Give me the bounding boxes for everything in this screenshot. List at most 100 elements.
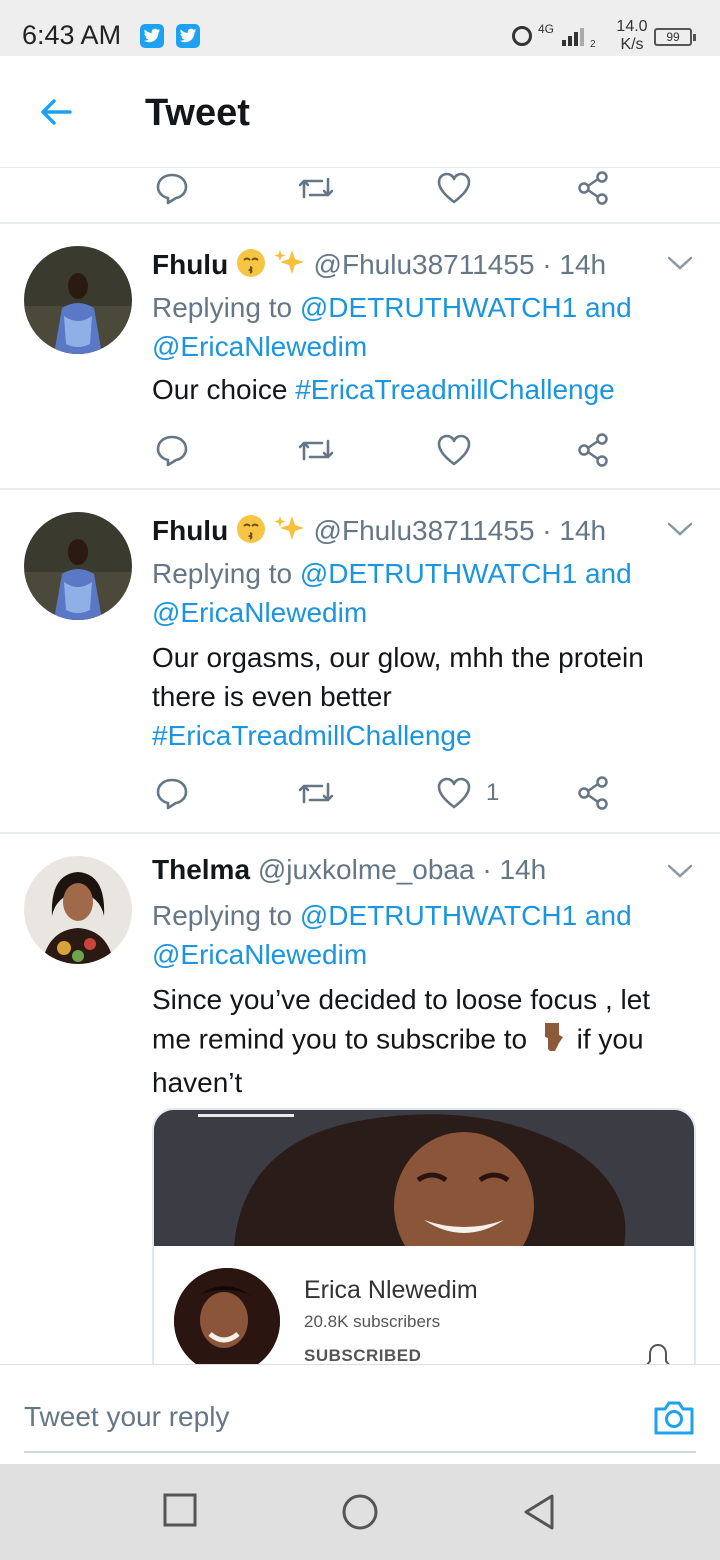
timestamp: · 14h xyxy=(482,854,547,885)
retweet-button[interactable] xyxy=(296,168,336,208)
hashtag-link[interactable]: #EricaTreadmillChallenge xyxy=(152,720,472,751)
alarm-icon xyxy=(512,26,532,46)
tweet-actions xyxy=(0,430,720,470)
tweet[interactable]: Fhulu @Fhulu38711455 · 14h Replying to @… xyxy=(0,222,720,488)
camera-button[interactable] xyxy=(652,1397,696,1437)
display-name[interactable]: Thelma xyxy=(152,854,250,885)
reply-button[interactable] xyxy=(154,430,190,470)
tweet-options-button[interactable] xyxy=(666,862,694,885)
sim-slot: 2 xyxy=(590,39,596,48)
tweet-body-line: Since you’ve decided to loose focus , le… xyxy=(152,984,651,1015)
channel-banner xyxy=(154,1110,694,1246)
retweet-icon xyxy=(298,439,334,461)
handle[interactable]: @Fhulu38711455 xyxy=(314,515,535,546)
handle[interactable]: @juxkolme_obaa xyxy=(258,854,475,885)
tweet-actions xyxy=(0,168,720,208)
back-button[interactable] xyxy=(36,92,76,132)
avatar[interactable] xyxy=(24,512,132,620)
network-speed: 14.0 K/s xyxy=(612,18,652,54)
kissing-face-emoji-icon xyxy=(236,248,266,285)
status-bar: 6:43 AM 4G 2 14.0 K/s 99 xyxy=(0,0,720,56)
tweet-feed[interactable]: Fhulu @Fhulu38711455 · 14h Replying to @… xyxy=(0,168,720,1364)
tweet-text: Since you’ve decided to loose focus , le… xyxy=(152,980,697,1102)
status-time: 6:43 AM xyxy=(22,20,122,50)
others-link[interactable]: and xyxy=(585,900,632,931)
tweet-header: Thelma @juxkolme_obaa · 14h xyxy=(152,854,546,886)
triangle-back-icon xyxy=(524,1494,554,1530)
twitter-notification-icon xyxy=(176,24,200,48)
mention-link[interactable]: @EricaNlewedim xyxy=(152,939,367,970)
camera-icon xyxy=(654,1401,694,1435)
recent-apps-button[interactable] xyxy=(162,1492,198,1533)
pointing-down-emoji-icon xyxy=(535,1019,569,1063)
mention-link[interactable]: @DETRUTHWATCH1 xyxy=(300,292,577,323)
tweet-header: Fhulu @Fhulu38711455 · 14h xyxy=(152,514,606,551)
system-back-button[interactable] xyxy=(520,1492,560,1537)
tweet-body-line: there is even better xyxy=(152,681,392,712)
mention-link[interactable]: @EricaNlewedim xyxy=(152,331,367,362)
reply-icon xyxy=(156,173,188,205)
replying-prefix: Replying to xyxy=(152,292,293,323)
tweet-options-button[interactable] xyxy=(666,254,694,277)
timestamp: · 14h xyxy=(542,514,607,546)
subscribed-status: SUBSCRIBED xyxy=(304,1346,422,1364)
tweet[interactable]: Fhulu @Fhulu38711455 · 14h Replying to @… xyxy=(0,488,720,832)
tweet-text: Our choice #EricaTreadmillChallenge xyxy=(152,370,697,409)
page-title: Tweet xyxy=(145,92,250,134)
bell-icon xyxy=(644,1342,672,1364)
avatar[interactable] xyxy=(24,856,132,964)
handle[interactable]: @Fhulu38711455 xyxy=(314,249,535,280)
arrow-left-icon xyxy=(41,99,72,125)
heart-icon xyxy=(437,434,471,466)
share-button[interactable] xyxy=(576,773,612,813)
reply-button[interactable] xyxy=(154,168,190,208)
retweet-icon xyxy=(298,177,334,199)
chevron-down-icon xyxy=(667,864,693,878)
tweet-body-line: if you xyxy=(576,1023,644,1055)
sparkles-emoji-icon xyxy=(274,514,306,551)
share-icon xyxy=(578,776,608,810)
display-name[interactable]: Fhulu xyxy=(152,249,228,280)
like-button[interactable] xyxy=(436,430,472,470)
share-icon xyxy=(578,433,608,467)
channel-avatar xyxy=(174,1268,280,1364)
channel-name: Erica Nlewedim xyxy=(304,1276,478,1304)
share-button[interactable] xyxy=(576,168,612,208)
link-card[interactable]: Erica Nlewedim 20.8K subscribers SUBSCRI… xyxy=(152,1108,696,1364)
replying-to: Replying to @DETRUTHWATCH1 and @EricaNle… xyxy=(152,896,692,974)
retweet-button[interactable] xyxy=(296,773,336,813)
chevron-down-icon xyxy=(667,522,693,536)
reply-input[interactable]: Tweet your reply xyxy=(24,1375,696,1453)
square-icon xyxy=(163,1493,197,1527)
chevron-down-icon xyxy=(667,256,693,270)
timestamp: · 14h xyxy=(542,248,607,280)
replying-to: Replying to @DETRUTHWATCH1 and @EricaNle… xyxy=(152,554,692,632)
tweet-actions: 1 xyxy=(0,773,720,813)
like-button[interactable]: 1 xyxy=(436,773,499,813)
reply-button[interactable] xyxy=(154,773,190,813)
share-button[interactable] xyxy=(576,430,612,470)
replying-to: Replying to @DETRUTHWATCH1 and @EricaNle… xyxy=(152,288,692,366)
mention-link[interactable]: @DETRUTHWATCH1 xyxy=(300,558,577,589)
tweet-body-line: me remind you to subscribe to xyxy=(152,1023,528,1055)
tweet-options-button[interactable] xyxy=(666,520,694,543)
subscriber-count: 20.8K subscribers xyxy=(304,1312,441,1331)
heart-icon xyxy=(437,172,471,204)
hashtag-link[interactable]: #EricaTreadmillChallenge xyxy=(295,374,615,405)
like-button[interactable] xyxy=(436,168,472,208)
others-link[interactable]: and xyxy=(585,558,632,589)
others-link[interactable]: and xyxy=(585,292,632,323)
mention-link[interactable]: @DETRUTHWATCH1 xyxy=(300,900,577,931)
mention-link[interactable]: @EricaNlewedim xyxy=(152,597,367,628)
retweet-button[interactable] xyxy=(296,430,336,470)
heart-icon xyxy=(437,777,471,809)
retweet-icon xyxy=(298,782,334,804)
avatar[interactable] xyxy=(24,246,132,354)
reply-icon xyxy=(156,778,188,810)
kissing-face-emoji-icon xyxy=(236,514,266,551)
display-name[interactable]: Fhulu xyxy=(152,515,228,546)
share-icon xyxy=(578,171,608,205)
tweet-body-line: haven’t xyxy=(152,1067,243,1098)
home-button[interactable] xyxy=(340,1492,380,1537)
tweet-body-line: Our orgasms, our glow, mhh the protein xyxy=(152,642,644,673)
